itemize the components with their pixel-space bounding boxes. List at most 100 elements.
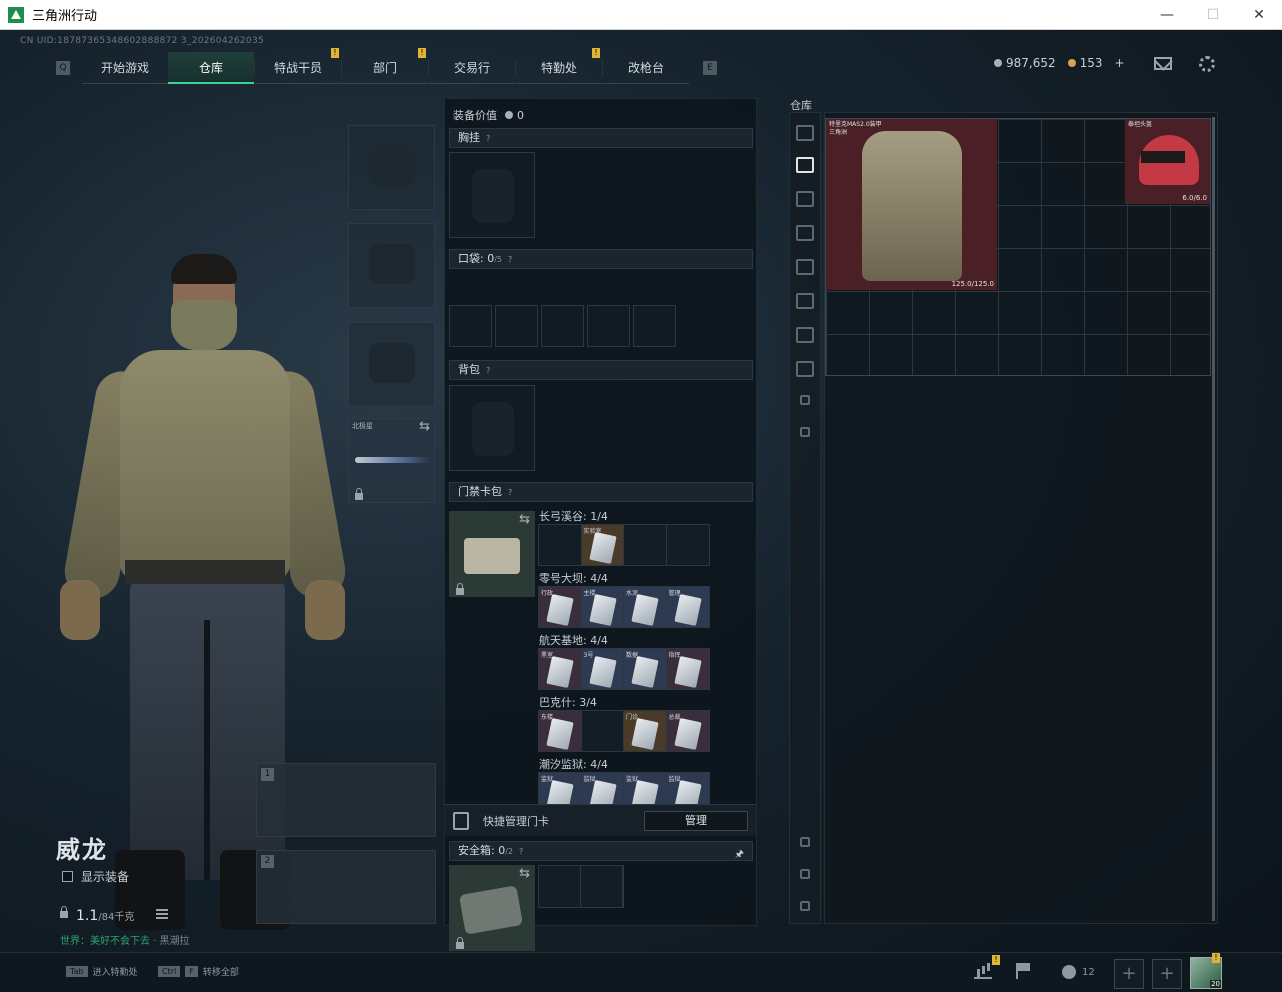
tab-operators[interactable]: 特战干员!: [255, 48, 341, 84]
mail-icon[interactable]: [1154, 57, 1172, 70]
category-keys-icon[interactable]: [796, 293, 814, 309]
show-gear-checkbox[interactable]: [62, 871, 73, 882]
keycard-item[interactable]: 东楼: [539, 711, 582, 751]
pocket-label: 口袋:: [458, 252, 484, 265]
category-loot-icon[interactable]: [796, 327, 814, 343]
add-teammate-button[interactable]: +: [1152, 959, 1182, 989]
swap-icon[interactable]: ⇆: [519, 866, 530, 881]
category-misc-icon[interactable]: [796, 361, 814, 377]
category-medical-icon[interactable]: [796, 259, 814, 275]
tab-start-game[interactable]: 开始游戏: [82, 52, 168, 84]
close-button[interactable]: ✕: [1236, 0, 1282, 30]
melee-slot[interactable]: 北极星 ⇆: [348, 418, 435, 503]
swap-icon[interactable]: ⇆: [419, 419, 430, 434]
pin-icon[interactable]: 🖈: [735, 846, 744, 864]
status-green-text: 世界：美好不会下去: [60, 936, 150, 947]
backpack-label: 背包: [458, 363, 480, 376]
primary-weapon-slot-2[interactable]: 2: [256, 850, 436, 924]
help-icon[interactable]: ?: [508, 488, 512, 497]
lock-icon[interactable]: [800, 395, 810, 405]
tab-gunsmith[interactable]: 改枪台: [603, 52, 689, 84]
maximize-button[interactable]: ☐: [1190, 0, 1236, 30]
currency-display: 987,652 153 +: [994, 56, 1155, 70]
keycard-item[interactable]: 3号: [581, 649, 624, 689]
keycard-item[interactable]: 水泥: [624, 587, 667, 627]
pocket-slot[interactable]: [449, 305, 492, 347]
add-teammate-button[interactable]: +: [1114, 959, 1144, 989]
keycard-item[interactable]: 主楼: [581, 587, 624, 627]
keycard-empty-slot[interactable]: [539, 525, 582, 565]
stats-chart-icon[interactable]: [974, 963, 992, 979]
gear-icon[interactable]: [800, 427, 810, 437]
minimize-button[interactable]: —: [1144, 0, 1190, 30]
chest-rig-slot[interactable]: [449, 152, 535, 238]
primary-weapon-slot-1[interactable]: 1: [256, 763, 436, 837]
keycard-item[interactable]: 黑室: [539, 649, 582, 689]
warehouse-scrollbar[interactable]: [1212, 117, 1215, 921]
keycard-item[interactable]: 实验室: [581, 525, 624, 565]
helmet-slot[interactable]: [348, 125, 435, 210]
safe-box-cell[interactable]: [581, 866, 623, 907]
help-icon[interactable]: ?: [486, 366, 490, 375]
tab-special-ops[interactable]: 特勤处!: [516, 48, 602, 84]
category-ammo-icon[interactable]: [796, 225, 814, 241]
hint-transfer-all[interactable]: Ctrl F 转移全部: [158, 965, 239, 978]
warehouse-title: 仓库: [790, 99, 812, 112]
body-armor-slot[interactable]: [348, 223, 435, 308]
category-equipment-icon[interactable]: [796, 157, 814, 173]
nav-prev-key[interactable]: Q: [56, 61, 70, 75]
sort-icon[interactable]: [800, 837, 810, 847]
layers-icon[interactable]: [800, 869, 810, 879]
pocket-slot[interactable]: [541, 305, 584, 347]
keycard-empty-slot[interactable]: [666, 525, 709, 565]
keycard-item[interactable]: 数据: [624, 649, 667, 689]
card-case-slot[interactable]: ⇆: [449, 511, 535, 597]
flag-icon[interactable]: [1016, 963, 1034, 979]
keycard-empty-slot[interactable]: [581, 711, 624, 751]
show-gear-toggle[interactable]: 显示装备: [62, 868, 129, 885]
category-weapons-icon[interactable]: [796, 191, 814, 207]
swap-icon[interactable]: ⇆: [519, 512, 530, 527]
bottom-bar: Tab 进入特勤处 Ctrl F 转移全部 ! 12 + + 20 !: [0, 952, 1282, 992]
nav-next-key[interactable]: E: [703, 61, 717, 75]
backpack-slot[interactable]: [449, 385, 535, 471]
keycard-empty-slot[interactable]: [624, 525, 667, 565]
list-icon[interactable]: [156, 909, 168, 919]
hint-special-ops[interactable]: Tab 进入特勤处: [66, 965, 138, 978]
pocket-slot[interactable]: [587, 305, 630, 347]
keycard-icon: [453, 811, 469, 830]
friends-icon[interactable]: [1062, 965, 1076, 979]
pocket-slot[interactable]: [633, 305, 676, 347]
safe-box-cell[interactable]: [539, 866, 581, 907]
pistol-slot[interactable]: [348, 322, 435, 407]
expand-icon[interactable]: [800, 901, 810, 911]
settings-gear-icon[interactable]: [1199, 56, 1215, 72]
tab-label: 交易行: [453, 61, 490, 75]
tab-trading[interactable]: 交易行: [429, 52, 515, 84]
pocket-slot[interactable]: [495, 305, 538, 347]
character-belt: [125, 560, 285, 584]
help-icon[interactable]: ?: [508, 255, 512, 264]
key-cap: Tab: [66, 966, 88, 977]
safe-box-icon: [458, 885, 524, 935]
keycard-item[interactable]: 指挥: [666, 649, 709, 689]
tab-department[interactable]: 部门!: [342, 48, 428, 84]
keycard-item[interactable]: 行政: [539, 587, 582, 627]
keycard-item[interactable]: 总裁: [666, 711, 709, 751]
keycard-icon: [588, 532, 617, 564]
keycard-item[interactable]: 门诊: [624, 711, 667, 751]
tab-warehouse[interactable]: 仓库: [168, 52, 254, 84]
gold-amount: 153: [1079, 56, 1103, 70]
keycard-icon: [588, 594, 617, 626]
help-icon[interactable]: ?: [519, 847, 523, 856]
show-gear-label: 显示装备: [81, 870, 130, 884]
item-body-armor[interactable]: 特里克MAS2.0装甲 三角洲 125.0/125.0: [826, 119, 997, 290]
notification-badge: !: [331, 48, 339, 58]
item-helmet[interactable]: 泰坦头盔 6.0/6.0: [1125, 119, 1210, 204]
manage-button[interactable]: 管理: [644, 810, 748, 831]
safe-box-slot[interactable]: ⇆: [449, 865, 535, 951]
add-currency-button[interactable]: +: [1115, 56, 1125, 70]
keycard-item[interactable]: 管理: [666, 587, 709, 627]
help-icon[interactable]: ?: [486, 134, 490, 143]
category-all-icon[interactable]: [796, 125, 814, 141]
